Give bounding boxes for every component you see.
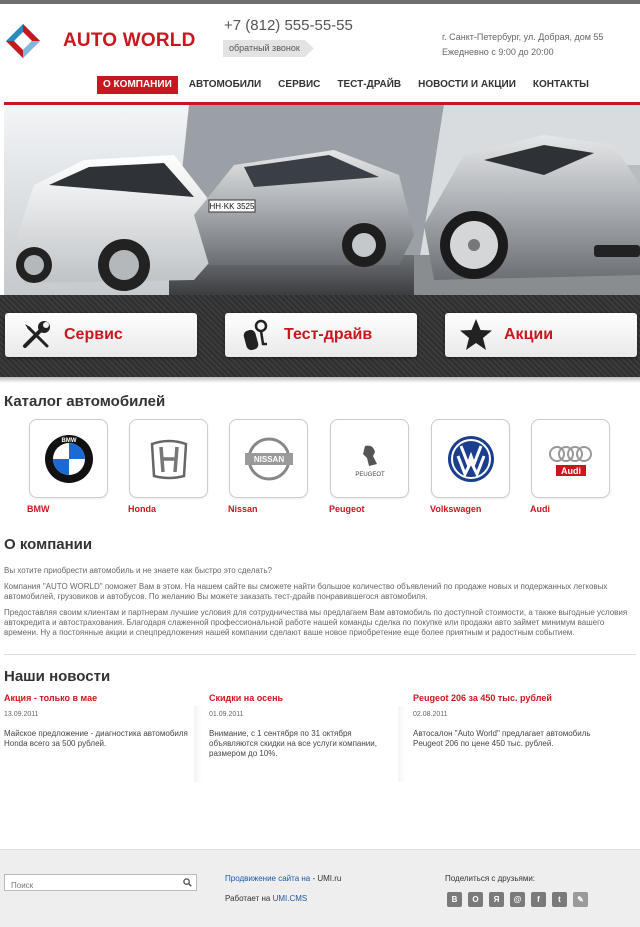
brand-card-honda[interactable] bbox=[129, 419, 208, 498]
odnoklassniki-icon[interactable]: О bbox=[468, 892, 483, 907]
brand-card-peugeot[interactable]: PEUGEOT bbox=[330, 419, 409, 498]
callback-button[interactable]: обратный звонок bbox=[223, 40, 314, 57]
mail-ru-icon[interactable]: @ bbox=[510, 892, 525, 907]
feature-service-label: Сервис bbox=[64, 326, 123, 343]
about-title: О компании bbox=[4, 536, 93, 553]
brand-link-volkswagen[interactable]: Volkswagen bbox=[430, 504, 481, 514]
brand-card-volkswagen[interactable] bbox=[431, 419, 510, 498]
nav-item-contacts[interactable]: КОНТАКТЫ bbox=[527, 76, 595, 94]
brand-card-nissan[interactable]: NISSAN bbox=[229, 419, 308, 498]
bmw-logo-icon: BMW bbox=[45, 435, 93, 483]
top-bar bbox=[0, 0, 640, 4]
cms-link[interactable]: UMI.CMS bbox=[273, 894, 308, 903]
vkontakte-icon[interactable]: В bbox=[447, 892, 462, 907]
peugeot-logo-icon: PEUGEOT bbox=[355, 445, 385, 478]
about-paragraph: Компания "AUTO WORLD" поможет Вам в этом… bbox=[4, 582, 608, 601]
news-item: Peugeot 206 за 450 тыс. рублей 02.08.201… bbox=[413, 693, 603, 749]
brand-name[interactable]: AUTO WORLD bbox=[63, 30, 196, 52]
yandex-icon[interactable]: Я bbox=[489, 892, 504, 907]
nav-item-cars[interactable]: АВТОМОБИЛИ bbox=[183, 76, 267, 94]
hero-banner: HH·KK 3525 bbox=[4, 105, 640, 295]
twitter-icon[interactable]: t bbox=[552, 892, 567, 907]
nav-item-news[interactable]: НОВОСТИ И АКЦИИ bbox=[412, 76, 522, 94]
feature-promo-label: Акции bbox=[504, 326, 554, 343]
star-icon bbox=[460, 319, 492, 350]
nav-item-test-drive[interactable]: ТЕСТ-ДРАЙВ bbox=[331, 76, 407, 94]
address-block: г. Санкт-Петербург, ул. Добрая, дом 55 Е… bbox=[442, 30, 603, 60]
feature-promo-button[interactable]: Акции bbox=[445, 313, 637, 357]
news-item-text: Внимание, с 1 сентября по 31 октября объ… bbox=[209, 729, 377, 758]
brand-link-honda[interactable]: Honda bbox=[128, 504, 156, 514]
powered-by-label: Работает на bbox=[225, 894, 273, 903]
nav-item-about[interactable]: О КОМПАНИИ bbox=[97, 76, 178, 94]
bmw-logo-text: BMW bbox=[62, 438, 77, 444]
search-box bbox=[4, 874, 197, 893]
honda-logo-icon bbox=[150, 439, 188, 480]
about-paragraph: Вы хотите приобрести автомобиль и не зна… bbox=[4, 566, 272, 575]
news-item-title[interactable]: Peugeot 206 за 450 тыс. рублей bbox=[413, 693, 603, 703]
nav-item-service[interactable]: СЕРВИС bbox=[272, 76, 326, 94]
brand-card-bmw[interactable]: BMW bbox=[29, 419, 108, 498]
peugeot-logo-text: PEUGEOT bbox=[355, 472, 385, 478]
news-item-date: 01.09.2011 bbox=[209, 711, 244, 718]
logo-icon[interactable] bbox=[6, 24, 40, 58]
working-hours: Ежедневно с 9:00 до 20:00 bbox=[442, 47, 554, 57]
share-label: Поделиться с друзьями: bbox=[445, 874, 536, 883]
car-keys-icon bbox=[243, 319, 268, 351]
feature-service-button[interactable]: Сервис bbox=[5, 313, 197, 357]
news-item-text: Майское предложение - диагностика автомо… bbox=[4, 729, 188, 748]
news-separator bbox=[398, 706, 406, 782]
audi-logo-icon: Audi bbox=[549, 446, 592, 476]
catalog-title: Каталог автомобилей bbox=[4, 393, 166, 410]
news-title: Наши новости bbox=[4, 668, 111, 685]
volkswagen-logo-icon bbox=[448, 436, 494, 482]
feature-test-drive-label: Тест-драйв bbox=[284, 326, 373, 343]
news-item-date: 13.09.2011 bbox=[4, 711, 39, 718]
main-nav: О КОМПАНИИ АВТОМОБИЛИ СЕРВИС ТЕСТ-ДРАЙВ … bbox=[97, 76, 600, 94]
promo-link[interactable]: Продвижение сайта на bbox=[225, 874, 310, 883]
address-text: г. Санкт-Петербург, ул. Добрая, дом 55 bbox=[442, 32, 604, 42]
news-item-text: Автосалон "Auto World" предлагает автомо… bbox=[413, 729, 591, 748]
news-separator bbox=[194, 706, 202, 782]
about-paragraph: Предоставляя своим клиентам и партнерам … bbox=[4, 608, 628, 637]
license-plate-text: HH·KK 3525 bbox=[210, 202, 255, 211]
brand-link-nissan[interactable]: Nissan bbox=[228, 504, 258, 514]
news-item-date: 02.08.2011 bbox=[413, 711, 448, 718]
brand-link-bmw[interactable]: BMW bbox=[27, 504, 50, 514]
search-icon[interactable] bbox=[183, 878, 192, 887]
livejournal-icon[interactable]: ✎ bbox=[573, 892, 588, 907]
facebook-icon[interactable]: f bbox=[531, 892, 546, 907]
news-item: Акция - только в мае 13.09.2011 Майское … bbox=[4, 693, 194, 749]
promo-line: Продвижение сайта на - UMI.ru bbox=[225, 874, 341, 883]
nissan-logo-icon: NISSAN bbox=[245, 437, 293, 481]
news-item: Скидки на осень 01.09.2011 Внимание, с 1… bbox=[209, 693, 399, 759]
brand-link-peugeot[interactable]: Peugeot bbox=[329, 504, 365, 514]
brand-card-audi[interactable]: Audi bbox=[531, 419, 610, 498]
powered-by-line: Работает на UMI.CMS bbox=[225, 894, 307, 903]
news-item-title[interactable]: Скидки на осень bbox=[209, 693, 399, 703]
nissan-logo-text: NISSAN bbox=[254, 455, 284, 464]
wrench-screwdriver-icon bbox=[23, 321, 50, 348]
phone-number: +7 (812) 555-55-55 bbox=[224, 17, 353, 34]
news-item-title[interactable]: Акция - только в мае bbox=[4, 693, 194, 703]
audi-logo-text: Audi bbox=[561, 466, 581, 476]
brand-link-audi[interactable]: Audi bbox=[530, 504, 550, 514]
promo-suffix: - UMI.ru bbox=[310, 874, 342, 883]
section-divider bbox=[4, 654, 636, 655]
feature-test-drive-button[interactable]: Тест-драйв bbox=[225, 313, 417, 357]
about-text: Вы хотите приобрести автомобиль и не зна… bbox=[4, 566, 634, 644]
search-input[interactable] bbox=[5, 878, 175, 893]
